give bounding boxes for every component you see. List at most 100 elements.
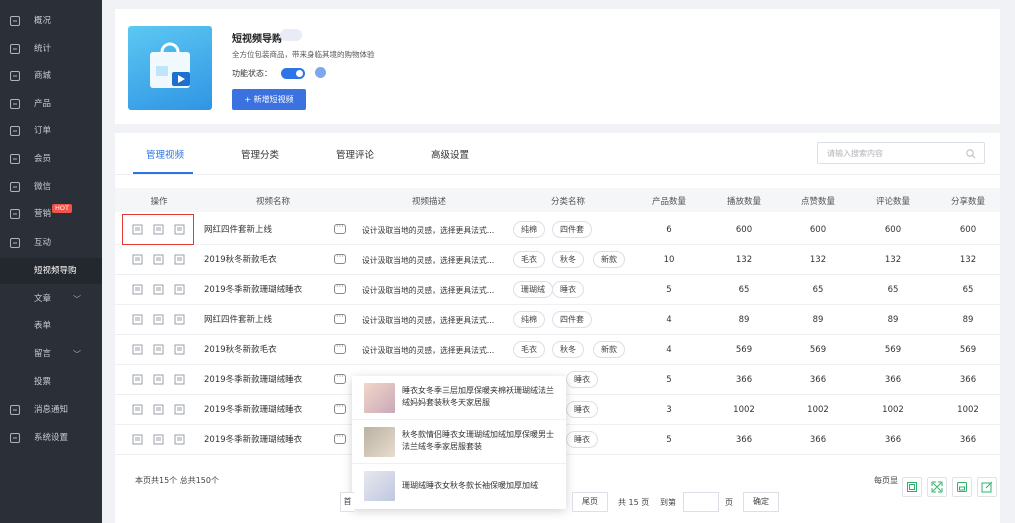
video-description: 设计汲取当地的灵感，选择更具法式...	[362, 346, 495, 355]
store-icon	[9, 70, 21, 82]
sidebar-item-1[interactable]: 概况	[0, 8, 102, 34]
sidebar-item-16[interactable]: 系统设置	[0, 425, 102, 451]
more-icon[interactable]	[334, 432, 346, 444]
likes-count: 366	[809, 375, 827, 385]
table-row: 网红四件套新上线 设计汲取当地的灵感，选择更具法式... 纯棉四件套 4 89 89 89 8…	[115, 305, 1000, 335]
view-icon[interactable]	[132, 254, 143, 265]
products-count: 3	[666, 405, 672, 415]
view-icon[interactable]	[132, 404, 143, 415]
save-icon[interactable]	[952, 477, 972, 497]
edit-icon[interactable]	[153, 284, 164, 295]
col-comments[interactable]: 评论数量	[876, 195, 910, 207]
sidebar-item-3[interactable]: 商城	[0, 63, 102, 89]
confirm-button[interactable]: 确定	[743, 492, 779, 512]
category-tag: 新款	[593, 341, 625, 358]
sidebar-item-15[interactable]: 消息通知	[0, 397, 102, 423]
col-video-desc: 视频描述	[411, 197, 447, 207]
edit-icon[interactable]	[153, 314, 164, 325]
edit-icon[interactable]	[153, 374, 164, 385]
plays-count: 1002	[733, 405, 755, 415]
col-plays[interactable]: 播放数量	[727, 195, 761, 207]
first-page-button[interactable]: 首	[340, 492, 354, 512]
tab-manage-comments[interactable]: 管理评论	[336, 147, 374, 161]
sidebar-item-13[interactable]: 留言 ﹀	[0, 341, 102, 367]
popover-product-item[interactable]: 睡衣女冬季三层加厚保暖夹棉袄珊瑚绒法兰绒妈妈套装秋冬天家居服	[352, 376, 566, 420]
edit-icon[interactable]	[977, 477, 997, 497]
more-icon[interactable]	[334, 342, 346, 354]
category-tag: 睡衣	[566, 371, 598, 388]
view-icon[interactable]	[132, 434, 143, 445]
sidebar-item-14[interactable]: 投票	[0, 369, 102, 395]
edit-icon[interactable]	[153, 404, 164, 415]
sidebar-item-label: 投票	[34, 377, 52, 387]
total-pages: 共 15 页	[618, 498, 650, 507]
link-icon[interactable]	[315, 67, 326, 78]
col-products[interactable]: 产品数量	[652, 195, 686, 207]
sidebar-item-7[interactable]: 微信	[0, 174, 102, 200]
col-likes[interactable]: 点赞数量	[801, 195, 835, 207]
popover-product-item[interactable]: 秋冬款情侣睡衣女珊瑚绒加绒加厚保暖男士法兰绒冬季家居服套装	[352, 420, 566, 464]
sidebar-item-5[interactable]: 订单	[0, 118, 102, 144]
add-video-button[interactable]: + 新增短视频	[232, 89, 306, 110]
likes-count: 569	[809, 345, 827, 355]
sidebar-item-6[interactable]: 会员	[0, 146, 102, 172]
edit-icon[interactable]	[153, 344, 164, 355]
view-icon[interactable]	[132, 344, 143, 355]
more-icon[interactable]	[334, 372, 346, 384]
delete-icon[interactable]	[174, 434, 185, 445]
sidebar-item-8[interactable]: 营销 HOT	[0, 201, 102, 227]
sidebar-item-4[interactable]: 产品	[0, 91, 102, 117]
feature-title-toggle[interactable]	[280, 29, 302, 41]
col-shares[interactable]: 分享数量	[951, 195, 985, 207]
shares-count: 366	[959, 435, 977, 445]
sidebar-item-12[interactable]: 表单	[0, 313, 102, 339]
frame-icon[interactable]	[902, 477, 922, 497]
status-toggle[interactable]	[281, 68, 305, 79]
category-tag: 毛衣	[513, 341, 545, 358]
last-page-button[interactable]: 尾页	[572, 492, 608, 512]
goto-page-input[interactable]	[683, 492, 719, 512]
settings-icon	[9, 432, 21, 444]
video-name: 2019冬季新款珊瑚绒睡衣	[204, 435, 303, 445]
video-name: 2019秋冬新款毛衣	[204, 255, 277, 265]
more-icon[interactable]	[334, 282, 346, 294]
sidebar-item-label: 留言	[34, 349, 52, 359]
category-tag: 秋冬	[552, 341, 584, 358]
view-icon[interactable]	[132, 314, 143, 325]
product-popover: 睡衣女冬季三层加厚保暖夹棉袄珊瑚绒法兰绒妈妈套装秋冬天家居服 秋冬款情侣睡衣女珊…	[352, 376, 566, 509]
video-name: 2019冬季新款珊瑚绒睡衣	[204, 375, 303, 385]
delete-icon[interactable]	[174, 374, 185, 385]
more-icon[interactable]	[334, 312, 346, 324]
delete-icon[interactable]	[174, 344, 185, 355]
sidebar-item-label: 订单	[34, 126, 52, 136]
table-row: 2019秋冬新款毛衣 设计汲取当地的灵感，选择更具法式... 毛衣秋冬新款 4 569 5…	[115, 335, 1000, 365]
delete-icon[interactable]	[174, 254, 185, 265]
tabs-divider	[115, 174, 1000, 175]
delete-icon[interactable]	[174, 284, 185, 295]
tab-manage-categories[interactable]: 管理分类	[241, 147, 279, 161]
likes-count: 65	[812, 285, 824, 295]
tab-advanced-settings[interactable]: 高级设置	[431, 147, 469, 161]
product-title: 睡衣女冬季三层加厚保暖夹棉袄珊瑚绒法兰绒妈妈套装秋冬天家居服	[402, 386, 554, 407]
feature-title: 短视频导购	[232, 34, 282, 45]
monitor-icon	[9, 15, 21, 27]
sidebar-item-2[interactable]: 统计	[0, 36, 102, 62]
view-icon[interactable]	[132, 284, 143, 295]
tab-manage-videos[interactable]: 管理视频	[146, 147, 184, 161]
sidebar-item-9[interactable]: 互动	[0, 230, 102, 256]
edit-icon[interactable]	[153, 254, 164, 265]
delete-icon[interactable]	[174, 314, 185, 325]
expand-icon[interactable]	[927, 477, 947, 497]
more-icon[interactable]	[334, 222, 346, 234]
sidebar-item-10[interactable]: 短视频导购	[0, 258, 102, 284]
sidebar-item-11[interactable]: 文章 ﹀	[0, 286, 102, 312]
delete-icon[interactable]	[174, 404, 185, 415]
more-icon[interactable]	[334, 252, 346, 264]
search-placeholder: 请输入搜索内容	[827, 149, 883, 158]
view-icon[interactable]	[132, 374, 143, 385]
search-input[interactable]: 请输入搜索内容	[817, 142, 985, 164]
search-icon	[966, 149, 976, 159]
edit-icon[interactable]	[153, 434, 164, 445]
popover-product-item[interactable]: 珊瑚绒睡衣女秋冬款长袖保暖加厚加绒	[352, 464, 566, 508]
more-icon[interactable]	[334, 402, 346, 414]
